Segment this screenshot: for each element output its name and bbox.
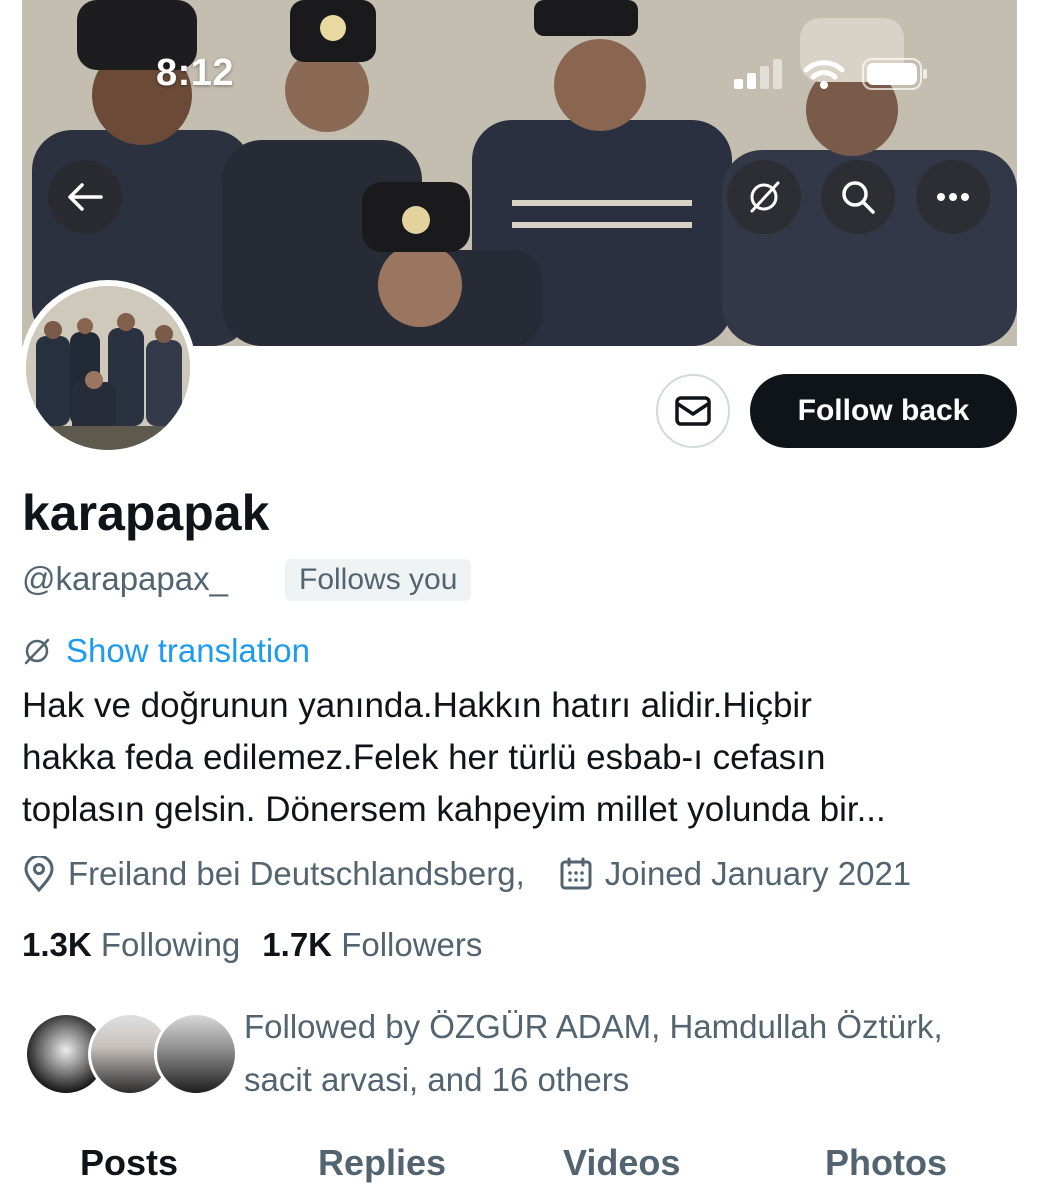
cellular-signal-icon bbox=[734, 59, 782, 89]
more-options-button[interactable] bbox=[916, 160, 990, 234]
back-arrow-icon bbox=[68, 183, 103, 211]
display-name: karapapak bbox=[22, 485, 270, 541]
tab-photos[interactable]: Photos bbox=[825, 1142, 947, 1184]
avatar bbox=[154, 1012, 238, 1096]
back-button[interactable] bbox=[48, 160, 122, 234]
message-button[interactable] bbox=[656, 374, 730, 448]
followed-by-line: sacit arvasi, and 16 others bbox=[244, 1061, 630, 1098]
followers-label: Followers bbox=[341, 926, 483, 963]
location-text: Freiland bei Deutschlandsberg, bbox=[68, 855, 525, 892]
profile-tabs: Posts Replies Videos Photos bbox=[0, 1130, 1038, 1200]
translate-icon bbox=[750, 181, 780, 213]
followers-count: 1.7K bbox=[262, 926, 333, 963]
status-bar-time: 8:12 bbox=[156, 52, 235, 94]
battery-icon bbox=[862, 58, 927, 90]
bio-line: Hak ve doğrunun yanında.Hakkın hatırı al… bbox=[22, 686, 812, 725]
follow-stats: 1.3K Following 1.7K Followers bbox=[22, 926, 482, 964]
calendar-icon bbox=[560, 857, 592, 890]
translate-button[interactable] bbox=[727, 160, 801, 234]
user-handle: @karapapax_ bbox=[22, 560, 228, 597]
followed-by-text[interactable]: Followed by ÖZGÜR ADAM, Hamdullah Öztürk… bbox=[244, 1000, 1024, 1106]
profile-avatar[interactable] bbox=[20, 280, 196, 456]
tab-posts[interactable]: Posts bbox=[80, 1142, 178, 1184]
following-label: Following bbox=[100, 926, 241, 963]
search-button[interactable] bbox=[821, 160, 895, 234]
status-bar-icons bbox=[734, 58, 928, 90]
envelope-icon bbox=[675, 396, 711, 426]
wifi-icon bbox=[803, 60, 845, 89]
translate-icon bbox=[24, 638, 50, 665]
tab-videos[interactable]: Videos bbox=[563, 1142, 680, 1184]
following-link[interactable]: 1.3K Following bbox=[22, 926, 240, 964]
profile-meta: Freiland bei Deutschlandsberg, Joined Ja… bbox=[22, 855, 911, 893]
followed-by-line: Followed by ÖZGÜR ADAM, Hamdullah Öztürk… bbox=[244, 1008, 943, 1045]
show-translation-link[interactable]: Show translation bbox=[22, 632, 310, 670]
location-item: Freiland bei Deutschlandsberg, bbox=[22, 855, 525, 893]
profile-bio: Hak ve doğrunun yanında.Hakkın hatırı al… bbox=[22, 680, 1022, 836]
bio-line: toplasın gelsin. Dönersem kahpeyim mille… bbox=[22, 790, 886, 829]
followers-link[interactable]: 1.7K Followers bbox=[262, 926, 482, 964]
show-translation-label[interactable]: Show translation bbox=[66, 632, 310, 670]
joined-date-text: Joined January 2021 bbox=[604, 855, 912, 892]
more-icon bbox=[937, 193, 969, 201]
followed-by-avatars[interactable] bbox=[24, 1012, 238, 1096]
tab-replies[interactable]: Replies bbox=[318, 1142, 446, 1184]
joined-item: Joined January 2021 bbox=[559, 855, 911, 893]
bio-line: hakka feda edilemez.Felek her türlü esba… bbox=[22, 738, 826, 777]
location-pin-icon bbox=[24, 856, 54, 892]
following-count: 1.3K bbox=[22, 926, 92, 963]
search-icon bbox=[842, 181, 875, 214]
avatar-photo bbox=[26, 286, 190, 450]
follow-back-button[interactable]: Follow back bbox=[750, 374, 1017, 448]
follows-you-badge: Follows you bbox=[285, 559, 472, 601]
